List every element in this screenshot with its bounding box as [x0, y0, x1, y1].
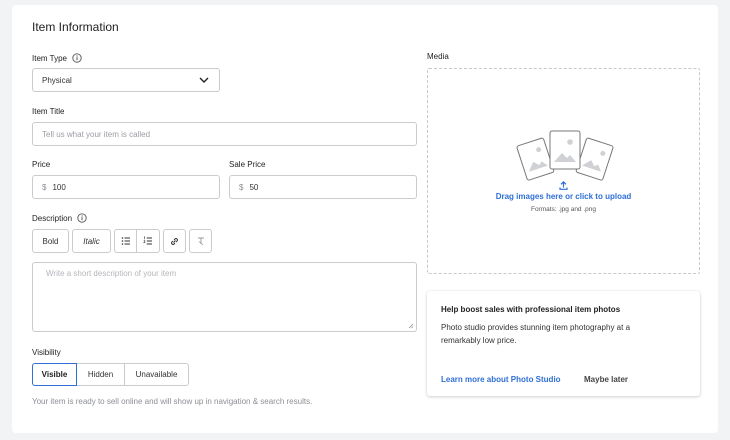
- photo-studio-promo: Help boost sales with professional item …: [427, 291, 700, 396]
- visibility-option-visible[interactable]: Visible: [32, 363, 77, 386]
- visibility-label: Visibility: [32, 348, 61, 357]
- link-icon: [171, 237, 178, 245]
- item-title-label: Item Title: [32, 107, 65, 116]
- list-button-group: [114, 229, 160, 253]
- resize-handle-icon[interactable]: [408, 323, 414, 329]
- item-information-card: Item Information Item Type Physical Item…: [12, 5, 718, 433]
- bulleted-list-icon: [121, 237, 130, 245]
- price-value: 100: [52, 182, 66, 192]
- bulleted-list-button[interactable]: [114, 229, 137, 253]
- item-type-label: Item Type: [32, 53, 67, 63]
- numbered-list-icon: [143, 236, 152, 245]
- chevron-down-icon: [199, 77, 209, 83]
- promo-body: Photo studio provides stunning item phot…: [441, 323, 631, 345]
- learn-more-link[interactable]: Learn more about Photo Studio: [441, 375, 561, 384]
- item-type-label-row: Item Type: [32, 53, 82, 63]
- sale-price-value: 50: [249, 182, 259, 192]
- price-currency-prefix: $: [42, 182, 47, 192]
- visibility-option-unavailable[interactable]: Unavailable: [125, 363, 189, 386]
- description-toolbar: Bold Italic: [32, 229, 212, 253]
- upload-icon: [559, 180, 568, 190]
- image-placeholder-icon: [516, 130, 614, 181]
- info-icon[interactable]: [77, 213, 87, 223]
- media-label: Media: [427, 52, 449, 61]
- sale-price-currency-prefix: $: [239, 182, 244, 192]
- visibility-segmented-control: Visible Hidden Unavailable: [32, 363, 189, 386]
- description-placeholder: Write a short description of your item: [46, 269, 177, 278]
- italic-button[interactable]: Italic: [72, 229, 111, 253]
- link-button[interactable]: [163, 229, 186, 253]
- clear-formatting-button[interactable]: [189, 229, 212, 253]
- visibility-option-hidden[interactable]: Hidden: [77, 363, 125, 386]
- item-type-value: Physical: [42, 75, 72, 85]
- description-label: Description: [32, 213, 73, 223]
- visibility-helper-text: Your item is ready to sell online and wi…: [32, 397, 313, 406]
- description-label-row: Description: [32, 213, 87, 223]
- description-textarea[interactable]: Write a short description of your item: [32, 262, 417, 332]
- media-dropzone[interactable]: Drag images here or click to upload Form…: [427, 68, 700, 274]
- bold-button[interactable]: Bold: [32, 229, 69, 253]
- numbered-list-button[interactable]: [137, 229, 160, 253]
- item-title-input[interactable]: Tell us what your item is called: [32, 122, 417, 146]
- item-title-placeholder: Tell us what your item is called: [42, 129, 151, 139]
- info-icon[interactable]: [72, 53, 82, 63]
- price-label: Price: [32, 160, 51, 169]
- price-input[interactable]: $ 100: [32, 175, 220, 199]
- sale-price-label: Sale Price: [229, 160, 266, 169]
- section-title: Item Information: [32, 20, 119, 34]
- clear-formatting-icon: [197, 237, 204, 246]
- maybe-later-button[interactable]: Maybe later: [584, 375, 628, 384]
- upload-formats: Formats: .jpg and .png: [530, 206, 597, 213]
- item-type-select[interactable]: Physical: [32, 68, 220, 92]
- sale-price-input[interactable]: $ 50: [229, 175, 417, 199]
- upload-link[interactable]: Drag images here or click to upload: [428, 192, 699, 201]
- promo-title: Help boost sales with professional item …: [441, 305, 621, 314]
